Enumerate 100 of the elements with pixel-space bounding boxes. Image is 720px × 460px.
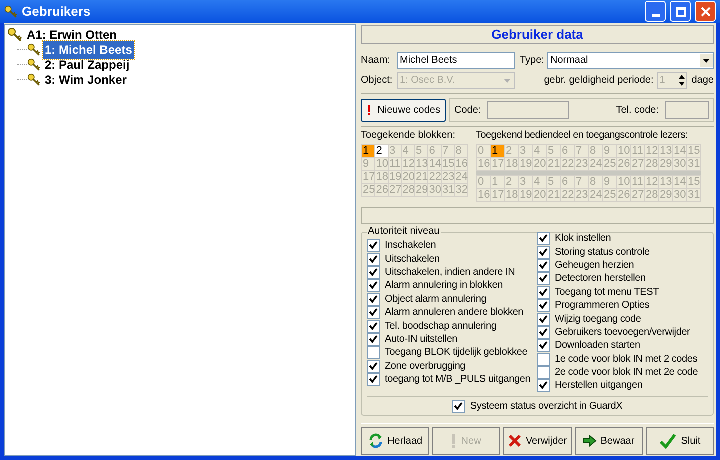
checkbox[interactable] bbox=[537, 299, 550, 312]
close-button[interactable]: Sluit bbox=[646, 427, 714, 455]
grid-cell[interactable]: 10 bbox=[617, 145, 631, 158]
tree-item[interactable]: 1: Michel Beets bbox=[43, 40, 134, 58]
grid-cell[interactable]: 24 bbox=[589, 158, 603, 171]
grid-cell[interactable]: 26 bbox=[617, 189, 631, 202]
grid-cell[interactable]: 14 bbox=[673, 176, 687, 189]
save-button[interactable]: Bewaar bbox=[574, 427, 643, 455]
grid-cell[interactable]: 18 bbox=[505, 158, 519, 171]
grid-cell[interactable]: 21 bbox=[547, 158, 561, 171]
minimize-button[interactable] bbox=[645, 1, 666, 22]
grid-cell[interactable]: 7 bbox=[575, 176, 589, 189]
grid-cell[interactable]: 29 bbox=[659, 189, 673, 202]
grid-cell[interactable]: 13 bbox=[659, 176, 673, 189]
tree-item[interactable]: 3: Wim Jonker bbox=[43, 70, 129, 88]
grid-cell[interactable]: 31 bbox=[687, 189, 701, 202]
checkbox[interactable] bbox=[537, 352, 550, 366]
grid-cell[interactable]: 29 bbox=[659, 158, 673, 171]
grid-cell[interactable]: 12 bbox=[645, 176, 659, 189]
grid-cell[interactable]: 1 bbox=[491, 145, 505, 158]
grid-cell[interactable]: 6 bbox=[561, 176, 575, 189]
grid-cell[interactable]: 28 bbox=[645, 189, 659, 202]
grid-cell[interactable]: 5 bbox=[547, 176, 561, 189]
checkbox[interactable] bbox=[537, 258, 550, 272]
checkbox[interactable] bbox=[452, 400, 466, 413]
grid-cell[interactable]: 27 bbox=[631, 158, 645, 171]
grid-cell[interactable]: 2 bbox=[505, 145, 519, 158]
grid-cell[interactable]: 19 bbox=[519, 189, 533, 202]
grid-cell[interactable]: 14 bbox=[673, 145, 687, 158]
grid-cell[interactable]: 2 bbox=[505, 176, 519, 189]
grid-cell[interactable]: 30 bbox=[673, 158, 687, 171]
grid-cell[interactable]: 22 bbox=[561, 189, 575, 202]
grid-cell[interactable]: 11 bbox=[631, 176, 645, 189]
checkbox[interactable] bbox=[367, 292, 380, 306]
checkbox[interactable] bbox=[537, 366, 550, 380]
checkbox[interactable] bbox=[367, 360, 380, 373]
grid-cell[interactable]: 16 bbox=[477, 158, 491, 171]
grid-cell[interactable]: 12 bbox=[645, 145, 659, 158]
grid-cell[interactable]: 4 bbox=[533, 145, 547, 158]
grid-cell[interactable]: 1 bbox=[362, 145, 376, 158]
checkbox[interactable] bbox=[537, 339, 550, 352]
grid-cell[interactable]: 27 bbox=[631, 189, 645, 202]
grid-cell[interactable]: 24 bbox=[589, 189, 603, 202]
grid-cell[interactable]: 0 bbox=[477, 176, 491, 189]
checkbox[interactable] bbox=[367, 373, 380, 386]
grid-cell[interactable]: 3 bbox=[519, 145, 533, 158]
grid-cell[interactable]: 21 bbox=[547, 189, 561, 202]
grid-cell[interactable]: 17 bbox=[491, 189, 505, 202]
grid-cell[interactable]: 19 bbox=[519, 158, 533, 171]
new-codes-button[interactable]: ! Nieuwe codes bbox=[361, 98, 446, 122]
checkbox[interactable] bbox=[537, 312, 550, 326]
grid-cell[interactable]: 25 bbox=[603, 189, 617, 202]
grid-cell[interactable]: 11 bbox=[631, 145, 645, 158]
maximize-button[interactable] bbox=[670, 1, 691, 22]
grid-cell[interactable]: 17 bbox=[491, 158, 505, 171]
checkbox[interactable] bbox=[367, 252, 380, 266]
checkbox[interactable] bbox=[367, 306, 380, 320]
naam-field[interactable]: Michel Beets bbox=[397, 52, 515, 69]
grid-cell[interactable]: 16 bbox=[477, 189, 491, 202]
checkbox[interactable] bbox=[367, 266, 380, 279]
grid-cell[interactable]: 28 bbox=[645, 158, 659, 171]
grid-cell[interactable]: 3 bbox=[519, 176, 533, 189]
grid-cell[interactable]: 23 bbox=[575, 158, 589, 171]
grid-cell[interactable]: 15 bbox=[687, 145, 701, 158]
grid-cell[interactable]: 2 bbox=[375, 145, 389, 158]
grid-cell[interactable]: 6 bbox=[561, 145, 575, 158]
close-button[interactable] bbox=[695, 1, 716, 22]
tree-item[interactable]: 2: Paul Zappeij bbox=[43, 56, 132, 74]
grid-cell[interactable]: 20 bbox=[533, 158, 547, 171]
checkbox[interactable] bbox=[537, 326, 550, 339]
grid-cell[interactable]: 18 bbox=[505, 189, 519, 202]
checkbox[interactable] bbox=[537, 286, 550, 299]
checkbox[interactable] bbox=[367, 346, 380, 360]
checkbox[interactable] bbox=[367, 239, 380, 252]
grid-cell[interactable]: 26 bbox=[617, 158, 631, 171]
delete-button[interactable]: Verwijder bbox=[503, 427, 572, 455]
tree-item[interactable]: A1: Erwin Otten bbox=[27, 26, 118, 44]
reload-button[interactable]: Herlaad bbox=[361, 427, 430, 455]
grid-cell[interactable]: 7 bbox=[575, 145, 589, 158]
grid-cell[interactable]: 1 bbox=[491, 176, 505, 189]
grid-cell[interactable]: 13 bbox=[659, 145, 673, 158]
grid-cell[interactable]: 25 bbox=[603, 158, 617, 171]
grid-cell[interactable]: 8 bbox=[589, 145, 603, 158]
grid-cell[interactable]: 30 bbox=[673, 189, 687, 202]
grid-cell[interactable]: 22 bbox=[561, 158, 575, 171]
checkbox[interactable] bbox=[537, 232, 550, 246]
grid-cell[interactable]: 20 bbox=[533, 189, 547, 202]
grid-cell[interactable]: 10 bbox=[617, 176, 631, 189]
checkbox[interactable] bbox=[537, 246, 550, 259]
checkbox[interactable] bbox=[367, 279, 380, 292]
checkbox[interactable] bbox=[537, 379, 550, 392]
checkbox[interactable] bbox=[367, 332, 380, 346]
code-field[interactable] bbox=[487, 101, 570, 119]
type-dropdown[interactable]: Normaal bbox=[547, 52, 714, 69]
grid-cell[interactable]: 31 bbox=[687, 158, 701, 171]
checkbox[interactable] bbox=[537, 272, 550, 286]
checkbox[interactable] bbox=[367, 320, 380, 333]
grid-cell[interactable]: 4 bbox=[533, 176, 547, 189]
grid-cell[interactable]: 15 bbox=[687, 176, 701, 189]
grid-cell[interactable]: 5 bbox=[547, 145, 561, 158]
